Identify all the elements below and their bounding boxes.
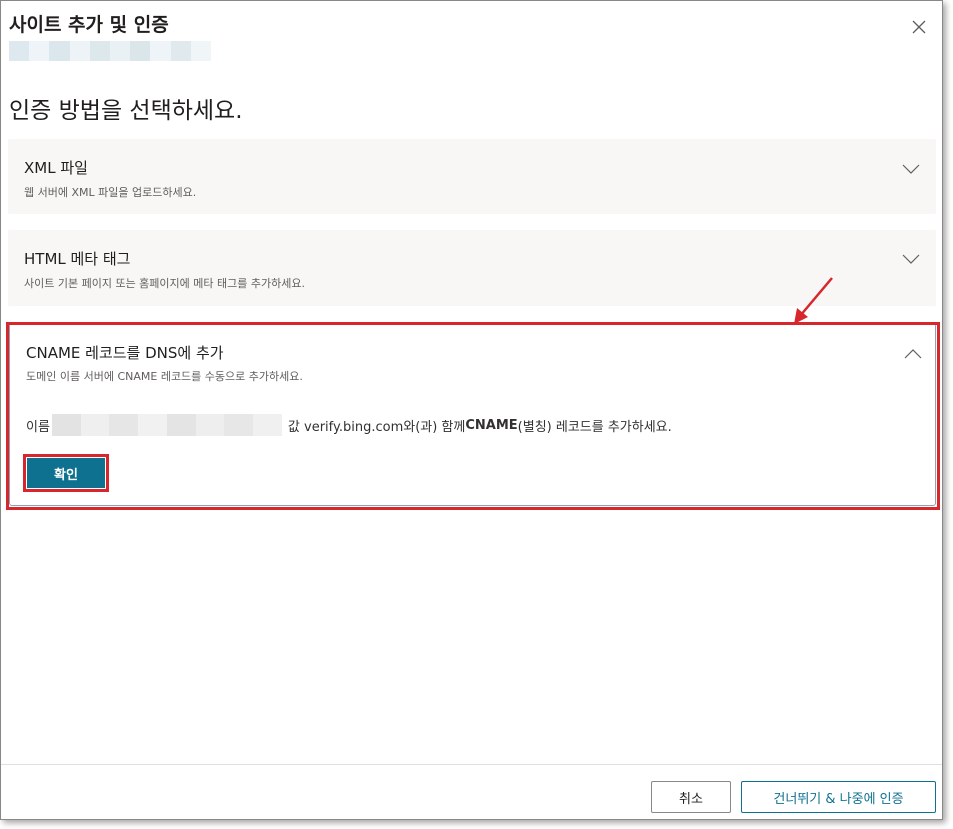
close-icon[interactable] [907,15,931,39]
record-suffix: (별칭) 레코드를 추가하세요. [517,419,672,435]
method-title: HTML 메타 태그 [24,250,131,268]
method-html-meta-tag[interactable]: HTML 메타 태그 사이트 기본 페이지 또는 홈페이지에 메타 태그를 추가… [8,230,936,306]
site-url-redacted [9,41,212,61]
chevron-down-icon[interactable] [901,160,921,174]
method-description: 도메인 이름 서버에 CNAME 레코드를 수동으로 추가하세요. [26,370,303,383]
method-title: CNAME 레코드를 DNS에 추가 [26,344,224,362]
method-description: 웹 서버에 XML 파일을 업로드하세요. [24,186,197,199]
method-description: 사이트 기본 페이지 또는 홈페이지에 메타 태그를 추가하세요. [24,277,305,290]
method-title: XML 파일 [24,159,88,177]
method-xml-file[interactable]: XML 파일 웹 서버에 XML 파일을 업로드하세요. [8,139,936,214]
method-cname-record: CNAME 레코드를 DNS에 추가 도메인 이름 서버에 CNAME 레코드를… [9,323,936,506]
chevron-up-icon[interactable] [903,345,923,359]
verification-heading: 인증 방법을 선택하세요. [9,98,243,124]
name-value-redacted [51,414,282,436]
dialog-title: 사이트 추가 및 인증 [9,14,169,36]
cancel-button[interactable]: 취소 [651,781,731,813]
chevron-down-icon[interactable] [901,250,921,264]
confirm-button[interactable]: 확인 [27,458,105,488]
add-site-dialog: 사이트 추가 및 인증 인증 방법을 선택하세요. XML 파일 웹 서버에 X… [0,0,943,820]
confirm-highlight: 확인 [23,454,109,492]
skip-verify-later-button[interactable]: 건너뛰기 & 나중에 인증 [741,781,936,813]
record-type: CNAME [465,417,518,433]
cname-instruction: 이름 값 verify.bing.com와(과) 함께 CNAME (별칭) 레… [26,414,672,436]
value-text: 값 verify.bing.com와(과) 함께 [287,419,466,435]
name-label: 이름 [26,419,50,435]
footer-divider [1,764,942,765]
